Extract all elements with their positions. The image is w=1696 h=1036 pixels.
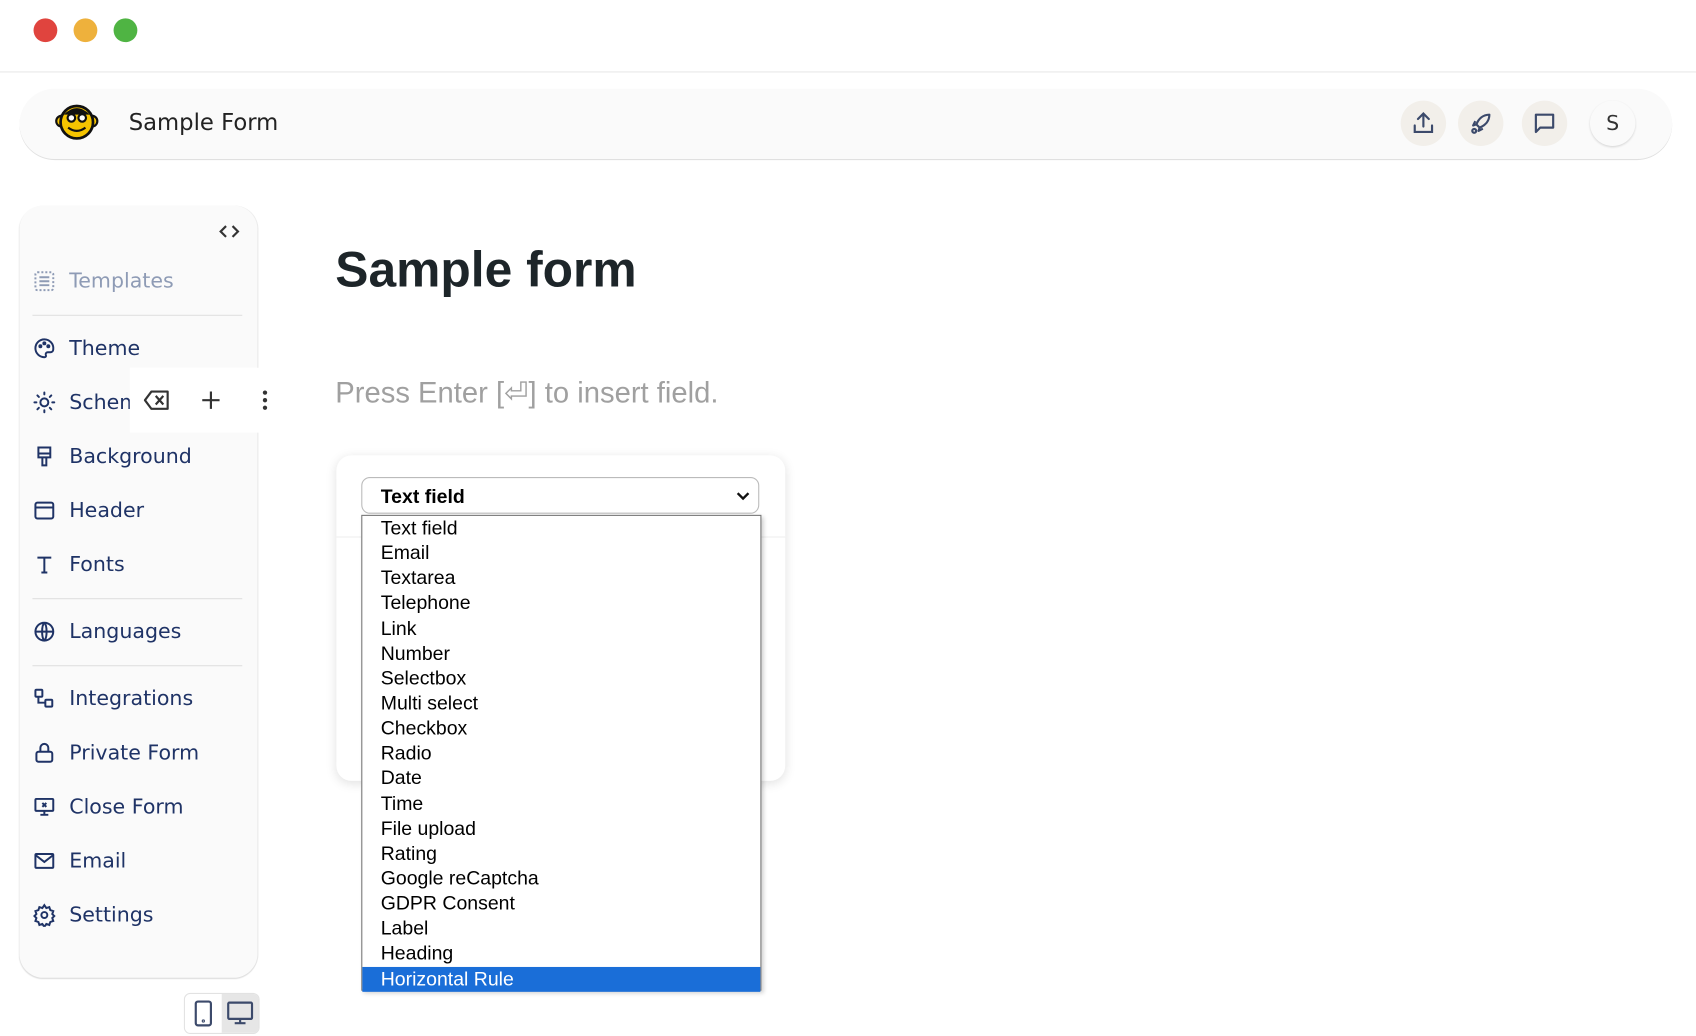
gear-icon xyxy=(33,903,56,927)
sidebar-item-label: Settings xyxy=(69,903,154,927)
sidebar-item-label: Background xyxy=(69,444,192,469)
field-type-option[interactable]: Number xyxy=(362,641,760,666)
avatar[interactable]: S xyxy=(1589,100,1636,147)
sidebar-item-fonts[interactable]: Fonts xyxy=(32,548,125,580)
integrations-icon xyxy=(34,688,54,708)
sidebar-item-background[interactable]: Background xyxy=(32,440,192,472)
divider xyxy=(32,598,243,600)
field-type-option[interactable]: Heading xyxy=(362,941,760,966)
sidebar-item-email[interactable]: Email xyxy=(32,845,126,877)
brush-icon xyxy=(37,446,52,467)
sun-moon-icon xyxy=(33,391,56,414)
desktop-icon xyxy=(227,1001,254,1025)
chevron-down-icon xyxy=(736,492,750,501)
comment-icon xyxy=(1534,113,1555,134)
lock-icon xyxy=(35,742,54,763)
field-type-option[interactable]: Checkbox xyxy=(362,716,760,741)
field-type-option[interactable]: Multi select xyxy=(362,691,760,716)
publish-button[interactable] xyxy=(1457,100,1504,147)
page-title[interactable]: Sample form xyxy=(335,240,636,298)
sidebar-item-settings[interactable]: Settings xyxy=(32,899,154,931)
templates-icon xyxy=(34,271,55,292)
sidebar-item-theme[interactable]: Theme xyxy=(32,332,140,364)
sidebar-item-label: Languages xyxy=(69,619,182,644)
field-type-option[interactable]: Horizontal Rule xyxy=(362,966,761,992)
backspace-icon xyxy=(143,390,169,410)
sidebar-item-label: Schem xyxy=(69,390,140,415)
more-options-button[interactable] xyxy=(238,388,292,412)
divider xyxy=(0,71,1696,73)
plus-icon xyxy=(202,391,220,409)
field-type-option[interactable]: Time xyxy=(362,791,760,816)
mobile-icon xyxy=(194,1000,212,1027)
field-type-option[interactable]: Label xyxy=(362,916,760,941)
sidebar-item-label: Templates xyxy=(69,269,174,294)
field-type-option[interactable]: Rating xyxy=(362,841,760,866)
code-brackets-icon[interactable] xyxy=(218,223,240,240)
sidebar-item-label: Email xyxy=(69,849,127,873)
add-field-button[interactable] xyxy=(184,388,238,412)
field-type-option[interactable]: Text field xyxy=(362,516,760,541)
sidebar-item-label: Private Form xyxy=(69,740,200,765)
sidebar-item-label: Close Form xyxy=(69,794,184,819)
more-vertical-icon xyxy=(262,390,268,410)
sidebar-item-label: Fonts xyxy=(69,552,125,577)
field-type-option[interactable]: Radio xyxy=(362,741,760,766)
sidebar: Templates Theme Schem Background Header … xyxy=(19,205,258,978)
field-type-option[interactable]: Textarea xyxy=(362,566,760,591)
sidebar-item-close-form[interactable]: Close Form xyxy=(32,791,184,823)
delete-field-button[interactable] xyxy=(130,388,184,412)
field-type-option[interactable]: Google reCaptcha xyxy=(362,866,760,891)
monkey-logo[interactable] xyxy=(54,100,99,145)
mobile-view-button[interactable] xyxy=(185,994,222,1033)
sidebar-item-label: Integrations xyxy=(69,686,194,711)
window-maximize-button[interactable] xyxy=(113,18,138,43)
insert-field-placeholder[interactable]: Press Enter [⏎] to insert field. xyxy=(335,376,718,410)
sidebar-item-label: Header xyxy=(69,498,145,523)
field-type-option[interactable]: Email xyxy=(362,541,760,566)
field-type-option[interactable]: Link xyxy=(362,616,760,641)
sidebar-item-private-form[interactable]: Private Form xyxy=(32,737,199,769)
field-type-option[interactable]: GDPR Consent xyxy=(362,891,760,916)
device-toggle xyxy=(183,992,260,1035)
palette-icon xyxy=(34,338,55,359)
type-icon xyxy=(37,556,52,574)
field-type-option[interactable]: Selectbox xyxy=(362,666,760,691)
sidebar-item-scheme[interactable]: Schem xyxy=(32,386,139,418)
comments-button[interactable] xyxy=(1521,100,1568,147)
app-header: Sample Form S xyxy=(19,88,1673,159)
field-toolbar xyxy=(129,367,293,433)
sidebar-item-label: Theme xyxy=(69,336,141,361)
field-type-option[interactable]: File upload xyxy=(362,816,760,841)
share-icon xyxy=(1413,112,1434,134)
layout-header-icon xyxy=(34,501,55,520)
divider xyxy=(32,665,243,667)
field-type-select-value: Text field xyxy=(380,485,465,508)
rocket-icon xyxy=(1471,113,1491,134)
share-button[interactable] xyxy=(1400,100,1447,147)
divider xyxy=(32,314,243,316)
globe-icon xyxy=(34,621,55,642)
window-close-button[interactable] xyxy=(33,18,58,43)
field-type-option[interactable]: Telephone xyxy=(362,591,760,616)
sidebar-item-languages[interactable]: Languages xyxy=(32,615,181,647)
field-type-option[interactable]: Date xyxy=(362,766,760,791)
sidebar-item-integrations[interactable]: Integrations xyxy=(32,682,193,714)
window-minimize-button[interactable] xyxy=(73,18,98,43)
sidebar-item-header[interactable]: Header xyxy=(32,494,144,526)
field-type-select[interactable]: Text field xyxy=(361,476,760,514)
sidebar-item-templates[interactable]: Templates xyxy=(32,265,174,297)
desktop-view-button[interactable] xyxy=(221,993,259,1033)
form-title[interactable]: Sample Form xyxy=(129,109,279,135)
close-form-icon xyxy=(34,797,55,816)
mail-icon xyxy=(34,853,55,869)
field-type-options: Text field Email Textarea Telephone Link Numb… xyxy=(361,514,762,992)
